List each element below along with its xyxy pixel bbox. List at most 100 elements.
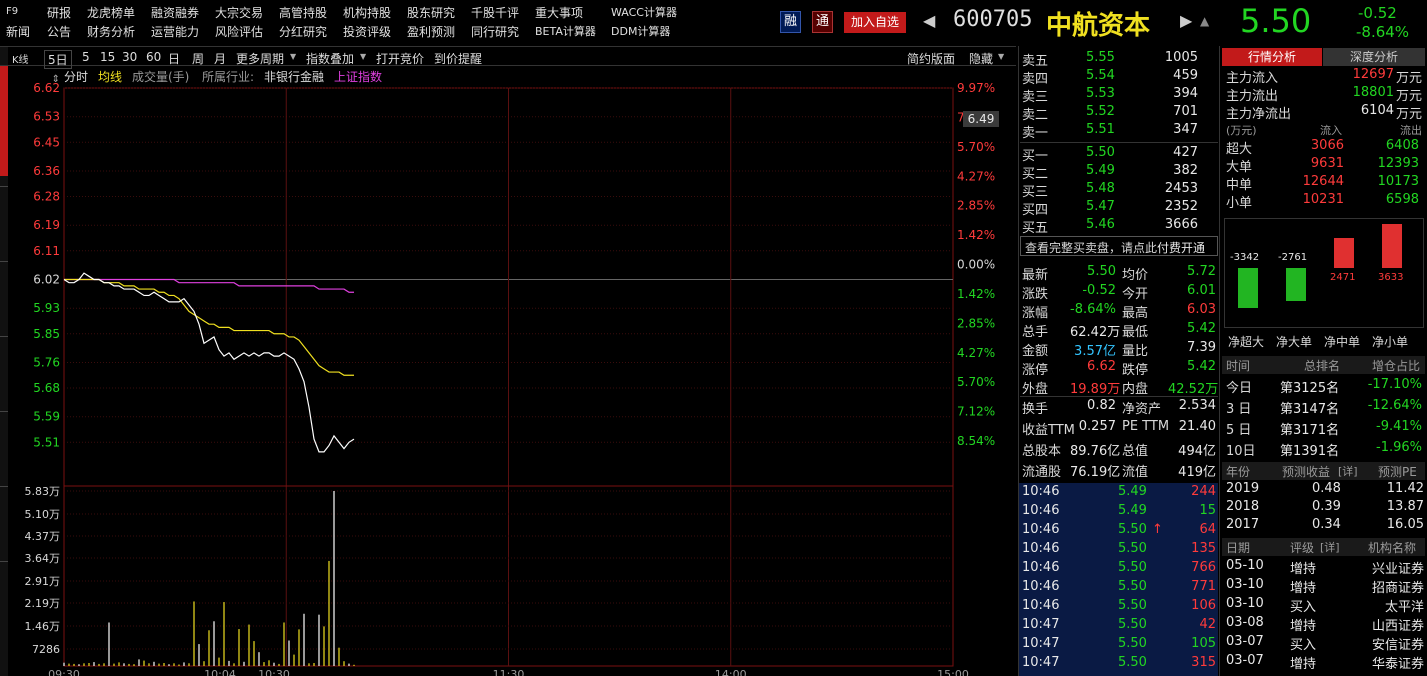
size-in-1: 9631: [1310, 156, 1344, 171]
menu2-item-9[interactable]: BETA计算器: [535, 23, 596, 39]
flow-value-0: 12697: [1352, 67, 1394, 82]
rank-period-3: 10日: [1226, 444, 1256, 459]
full-orderbook-link[interactable]: 查看完整买卖盘，请点此付费开通: [1020, 236, 1218, 256]
asks-volume-1: 459: [1173, 68, 1198, 83]
stat-value2-1: 6.01: [1187, 283, 1216, 298]
tab-deep-analysis[interactable]: 深度分析: [1323, 48, 1425, 66]
menu-item-4[interactable]: 高管持股: [279, 4, 327, 21]
menu2-item-6[interactable]: 投资评级: [343, 23, 391, 40]
current-price: 5.50: [1240, 2, 1312, 40]
stock-code: 600705: [953, 7, 1033, 32]
menu-item-2[interactable]: 融资融券: [151, 4, 199, 21]
menu2-item-1[interactable]: 公告: [47, 23, 71, 40]
hide-button[interactable]: 隐藏: [969, 50, 993, 67]
quote-panel: 卖五 5.55 1005 卖四 5.54 459 卖三 5.53 394 卖二 5.52 701 卖一 5…: [1018, 46, 1427, 676]
menu-item-1[interactable]: 龙虎榜单: [87, 4, 135, 21]
ratings-hdr-org: 机构名称: [1368, 541, 1417, 555]
flow-label-2: 主力净流出: [1226, 107, 1292, 122]
fin-value-1: 0.257: [1078, 419, 1116, 434]
menu2-item-3[interactable]: 运营能力: [151, 23, 199, 40]
hide-dropdown-icon[interactable]: ▼: [998, 52, 1004, 61]
bids-price-3: 5.47: [1086, 199, 1115, 214]
menu-item-0[interactable]: 研报: [47, 4, 71, 21]
stat-label-6: 外盘: [1022, 382, 1049, 397]
full-orderbook-text: 查看完整买卖盘，请点此: [1025, 241, 1158, 255]
flow-unit-1: 万元: [1396, 89, 1423, 104]
tick-time-2: 10:46: [1022, 522, 1060, 537]
menu2-item-5[interactable]: 分红研究: [279, 23, 327, 40]
index-dropdown-icon[interactable]: ▼: [360, 52, 366, 61]
stat-label2-0: 均价: [1122, 268, 1149, 283]
rating-value-1: 增持: [1290, 581, 1317, 596]
bids-volume-4: 3666: [1164, 217, 1198, 232]
price-tick-label: 6.19: [33, 218, 60, 232]
prev-stock-icon[interactable]: ◀: [923, 11, 935, 30]
menu2-item-8[interactable]: 同行研究: [471, 23, 519, 40]
stat-value-6: 19.89万: [1070, 382, 1121, 397]
forecast-detail-link[interactable]: [详]: [1338, 463, 1358, 481]
rating-date-3: 03-08: [1226, 615, 1264, 630]
tick-price-1: 5.49: [1118, 503, 1147, 518]
menu-item-8[interactable]: 重大事项: [535, 4, 583, 21]
toolbar-item-2[interactable]: 5: [82, 50, 90, 64]
flow-label-0: 主力流入: [1226, 71, 1279, 86]
tick-price-7: 5.50: [1118, 617, 1147, 632]
rating-value-2: 买入: [1290, 600, 1317, 615]
menu-item-7[interactable]: 千股千评: [471, 4, 519, 21]
rank-period-2: 5 日: [1226, 423, 1252, 438]
menu-item-3[interactable]: 大宗交易: [215, 4, 263, 21]
toolbar-item-5[interactable]: 60: [146, 50, 161, 64]
left-tab-active[interactable]: [0, 66, 8, 176]
fin-label2-0: 净资产: [1122, 402, 1162, 417]
margin-trading-button[interactable]: 融: [780, 11, 801, 33]
pct-tick-label: 4.27%: [957, 346, 995, 360]
flow-label-1: 主力流出: [1226, 89, 1279, 104]
menu2-item-4[interactable]: 风险评估: [215, 23, 263, 40]
rank-hdr-time: 时间: [1226, 359, 1251, 373]
stat-label2-5: 跌停: [1122, 363, 1149, 378]
toolbar-item-10[interactable]: 指数叠加: [306, 50, 354, 67]
tick-time-7: 10:47: [1022, 617, 1060, 632]
simple-layout-button[interactable]: 简约版面: [907, 50, 955, 67]
stat-label2-6: 内盘: [1122, 382, 1149, 397]
connect-button[interactable]: 通: [812, 11, 833, 33]
period-dropdown-icon[interactable]: ▼: [290, 52, 296, 61]
f9-key[interactable]: F9: [6, 6, 18, 17]
toolbar-item-9[interactable]: 更多周期: [236, 50, 284, 67]
menu2-item-2[interactable]: 财务分析: [87, 23, 135, 40]
stat-label-5: 涨停: [1022, 363, 1049, 378]
pay-button[interactable]: 付费开通: [1157, 241, 1205, 255]
menu2-item-10[interactable]: DDM计算器: [611, 23, 670, 39]
menu-item-6[interactable]: 股东研究: [407, 4, 455, 21]
toolbar-item-11[interactable]: 打开竞价: [376, 50, 424, 67]
menu-item-9[interactable]: WACC计算器: [611, 4, 677, 20]
menu2-item-0[interactable]: 新闻: [6, 23, 30, 40]
toolbar-item-6[interactable]: 日: [168, 50, 180, 67]
fin-label2-1: PE TTM: [1122, 419, 1170, 434]
toolbar-item-8[interactable]: 月: [214, 50, 226, 67]
next-stock-icon[interactable]: ▶: [1180, 11, 1192, 30]
toolbar-item-7[interactable]: 周: [192, 50, 204, 67]
toolbar-item-0[interactable]: K线: [12, 51, 29, 66]
volume-tick-label: 4.37万: [25, 530, 61, 543]
pct-tick-label: 8.54%: [957, 434, 995, 448]
toolbar-item-12[interactable]: 到价提醒: [434, 50, 482, 67]
alert-icon[interactable]: ▲: [1200, 14, 1209, 28]
toolbar-item-4[interactable]: 30: [122, 50, 137, 64]
size-in-2: 12644: [1302, 174, 1344, 189]
tab-market-analysis[interactable]: 行情分析: [1222, 48, 1322, 66]
rank-total-2: 第3171名: [1280, 423, 1340, 438]
flow-unit-2: 万元: [1396, 107, 1423, 122]
pct-tick-label: 1.42%: [957, 228, 995, 242]
ratings-detail-link[interactable]: [详]: [1320, 539, 1340, 557]
menu2-item-7[interactable]: 盈利预测: [407, 23, 455, 40]
pct-tick-label: 1.42%: [957, 287, 995, 301]
price-tick-label: 5.68: [33, 381, 60, 395]
add-watchlist-button[interactable]: 加入自选: [844, 12, 906, 33]
menu-item-5[interactable]: 机构持股: [343, 4, 391, 21]
intraday-chart[interactable]: 6.626.536.456.366.286.196.116.025.935.85…: [8, 66, 1016, 676]
size-out-0: 6408: [1385, 138, 1419, 153]
rating-value-4: 买入: [1290, 638, 1317, 653]
toolbar-item-3[interactable]: 15: [100, 50, 115, 64]
bids-price-1: 5.49: [1086, 163, 1115, 178]
